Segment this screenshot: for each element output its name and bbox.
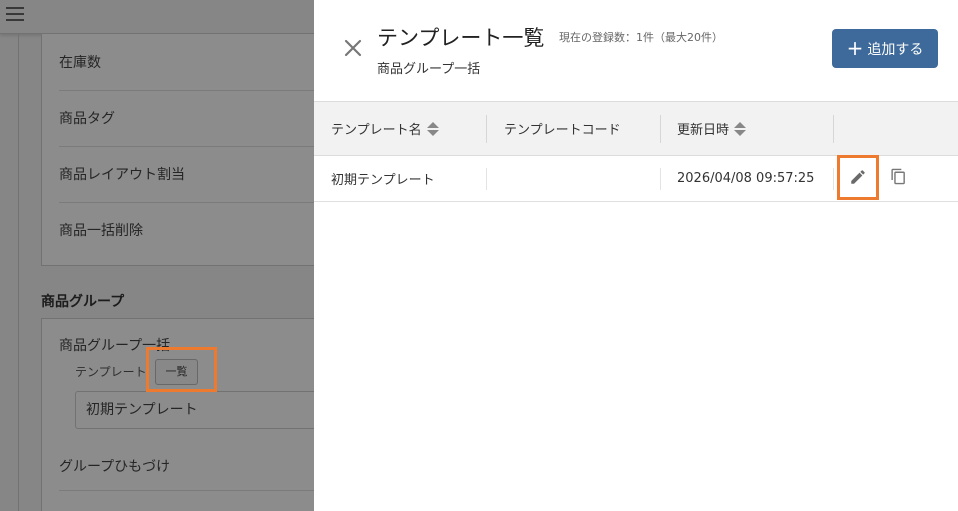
header-label: テンプレート名 bbox=[331, 123, 422, 138]
modal-overlay[interactable] bbox=[0, 0, 314, 511]
header-label: テンプレートコード bbox=[504, 123, 621, 138]
drawer-title: テンプレート一覧 bbox=[377, 26, 545, 50]
header-template-code: テンプレートコード bbox=[504, 102, 621, 155]
table-header: テンプレート名 テンプレートコード 更新日時 bbox=[314, 101, 958, 156]
drawer-subtitle: 商品グループ一括 bbox=[377, 62, 481, 77]
sort-icon[interactable] bbox=[734, 121, 747, 137]
header-updated-at[interactable]: 更新日時 bbox=[677, 102, 747, 155]
cell-divider bbox=[486, 168, 487, 190]
highlight-edit-button bbox=[837, 155, 879, 200]
add-button-label: 追加する bbox=[867, 41, 924, 58]
close-icon[interactable] bbox=[343, 38, 363, 58]
add-template-button[interactable]: + 追加する bbox=[832, 29, 938, 68]
copy-button[interactable] bbox=[878, 156, 918, 201]
cell-updated-at: 2026/04/08 09:57:25 bbox=[677, 171, 815, 186]
header-divider bbox=[660, 115, 661, 143]
plus-icon: + bbox=[846, 35, 864, 60]
header-template-name[interactable]: テンプレート名 bbox=[331, 102, 439, 155]
cell-divider bbox=[833, 168, 834, 190]
highlight-list-button bbox=[146, 347, 217, 392]
cell-template-name: 初期テンプレート bbox=[331, 173, 435, 188]
registration-count: 現在の登録数：1件（最大20件） bbox=[559, 31, 723, 44]
copy-icon bbox=[890, 168, 907, 189]
cell-divider bbox=[660, 168, 661, 190]
template-drawer: テンプレート一覧 現在の登録数：1件（最大20件） 商品グループ一括 + 追加す… bbox=[314, 0, 958, 511]
header-label: 更新日時 bbox=[677, 123, 730, 138]
header-divider bbox=[486, 115, 487, 143]
header-divider bbox=[833, 115, 834, 143]
sort-icon[interactable] bbox=[426, 121, 439, 137]
